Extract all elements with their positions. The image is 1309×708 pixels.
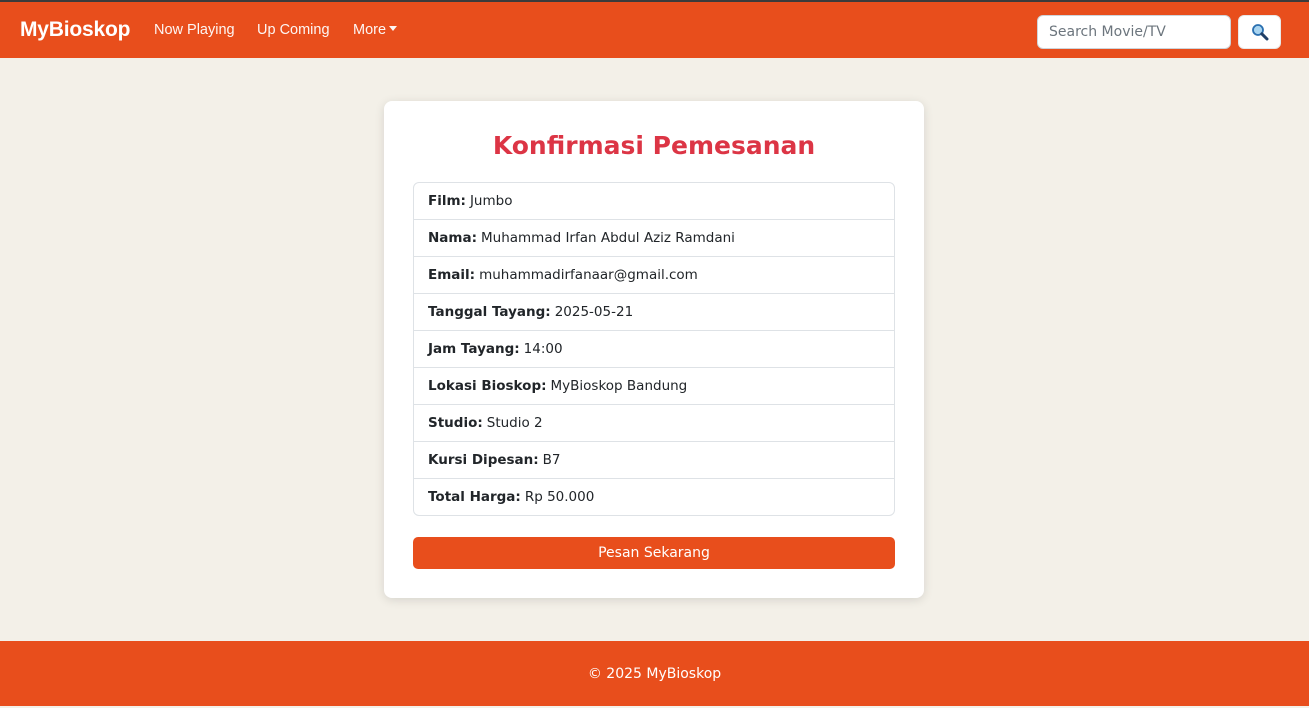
detail-label: Jam Tayang: [428,341,520,357]
list-item-studio: Studio: Studio 2 [414,405,894,442]
detail-value: 2025-05-21 [554,304,634,320]
detail-value: 14:00 [523,341,563,357]
search-button[interactable] [1238,15,1281,49]
detail-label: Tanggal Tayang: [428,304,551,320]
caret-down-icon [389,26,398,31]
list-item-jam: Jam Tayang: 14:00 [414,331,894,368]
detail-label: Kursi Dipesan: [428,452,539,468]
nav-more-label: More [353,22,387,38]
detail-label: Studio: [428,415,483,431]
detail-value: muhammadirfanaar@gmail.com [479,267,698,283]
list-item-tanggal: Tanggal Tayang: 2025-05-21 [414,294,894,331]
list-item-nama: Nama: Muhammad Irfan Abdul Aziz Ramdani [414,220,894,257]
detail-value: Studio 2 [486,415,543,431]
detail-value: Jumbo [469,193,513,209]
magnifier-icon [1251,24,1268,41]
detail-label: Lokasi Bioskop: [428,378,547,394]
nav-more-dropdown[interactable]: More [353,22,398,38]
order-now-button[interactable]: Pesan Sekarang [413,537,895,569]
detail-label: Total Harga: [428,489,521,505]
booking-details-list: Film: Jumbo Nama: Muhammad Irfan Abdul Azi… [413,182,895,516]
detail-value: Rp 50.000 [524,489,595,505]
list-item-kursi: Kursi Dipesan: B7 [414,442,894,479]
card-title: Konfirmasi Pemesanan [492,131,816,160]
brand-logo[interactable]: MyBioskop [20,18,130,42]
list-item-total: Total Harga: Rp 50.000 [414,479,894,515]
navbar: MyBioskop Now Playing Up Coming More [0,0,1309,58]
nav-up-coming[interactable]: Up Coming [257,22,330,38]
booking-confirmation-card: Konfirmasi Pemesanan Film: Jumbo Nama: Muh… [384,101,924,598]
detail-value: Muhammad Irfan Abdul Aziz Ramdani [480,230,735,246]
page: MyBioskop Now Playing Up Coming More Kon… [0,0,1309,708]
detail-label: Email: [428,267,476,283]
detail-label: Film: [428,193,466,209]
nav-now-playing[interactable]: Now Playing [154,22,235,38]
detail-label: Nama: [428,230,477,246]
list-item-email: Email: muhammadirfanaar@gmail.com [414,257,894,294]
footer: © 2025 MyBioskop [0,641,1309,706]
detail-value: MyBioskop Bandung [550,378,688,394]
search-input[interactable] [1037,15,1231,49]
footer-copyright: © 2025 MyBioskop [587,665,722,682]
list-item-lokasi: Lokasi Bioskop: MyBioskop Bandung [414,368,894,405]
detail-value: B7 [542,452,561,468]
list-item-film: Film: Jumbo [414,183,894,220]
